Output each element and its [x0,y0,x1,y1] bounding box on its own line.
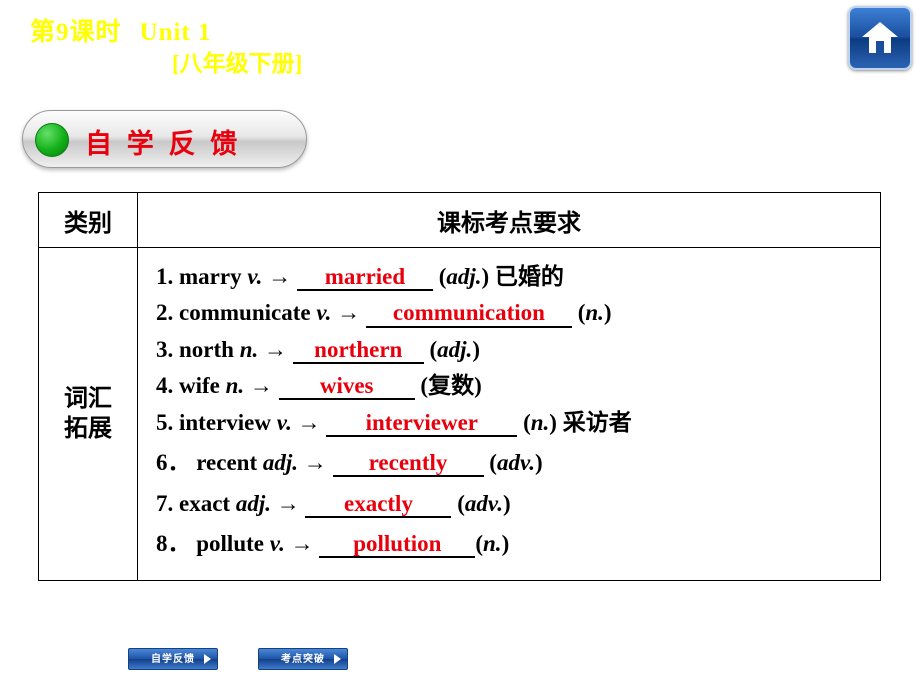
page-title: 第9课时 Unit 1 [30,12,212,48]
nav-button-key-points[interactable]: 考点突破 [258,648,348,670]
arrow-icon: → [290,531,314,557]
item-pos: v. [316,300,332,326]
item-word: exact [179,490,231,516]
page-header: 第9课时 Unit 1 [八年级下册] [0,0,920,92]
item-pos: adj. [262,450,299,476]
item-number: 7. [156,490,174,516]
item-pos: v. [276,409,292,435]
item-word: interview [179,409,271,435]
list-item: 7. exact adj. → exactly (adv.) [156,489,880,518]
item-answer: exactly [305,491,452,518]
arrow-icon: → [264,336,287,362]
item-tail: (复数) [420,373,482,399]
item-answer: recently [332,451,484,478]
item-answer: interviewer [326,410,518,437]
footer-nav: 自学反馈 考点突破 [0,648,920,682]
item-answer: northern [292,337,424,365]
item-tail-pos: adj. [437,336,473,362]
arrow-icon: → [303,450,327,476]
item-word: pollute [196,531,264,557]
grade-label: [八年级下册] [172,51,303,76]
arrow-icon: → [276,490,300,516]
item-tail: 采访者 [562,409,632,435]
item-word: north [179,336,234,362]
item-pos: adj. [235,490,271,516]
unit-label: Unit 1 [139,19,212,46]
item-word: recent [196,450,258,476]
item-word: wife [179,373,220,399]
item-tail-pos: adj. [446,264,482,289]
item-answer: wives [278,374,415,401]
item-tail-pos: adv. [496,450,536,476]
item-pos: n. [225,373,245,399]
item-answer: married [296,264,433,292]
table-row: 词汇 拓展 1. marry v. → married (adj.) 已婚的 2.… [38,247,881,581]
item-pos: v. [269,531,285,557]
lesson-label: 第9课时 [30,19,122,46]
list-item: 2. communicate v. → communication (n.) [156,298,880,328]
list-item: 1. marry v. → married (adj.) 已婚的 [156,262,880,292]
item-answer: communication [365,301,572,328]
nav-button-self-study[interactable]: 自学反馈 [128,648,218,670]
item-tail-pos: n. [483,531,502,557]
arrow-icon: → [249,373,273,399]
item-number: 6． [156,450,191,476]
item-number: 8． [156,531,191,557]
list-item: 8． pollute v. → pollution (n.) [156,529,880,559]
vocabulary-list: 1. marry v. → married (adj.) 已婚的 2. comm… [137,247,881,581]
home-button[interactable] [848,6,912,70]
item-word: marry [179,264,242,289]
item-number: 2. [156,300,174,326]
list-item: 6． recent adj. → recently (adv.) [156,448,880,478]
item-word: communicate [179,300,311,326]
item-tail-pos: n. [585,300,604,326]
item-pos: v. [247,264,263,289]
table-header-row: 类别 课标考点要求 [38,192,881,248]
row-category-label: 词汇 拓展 [38,247,138,581]
banner-bullet-icon [35,123,69,157]
nav-button-label: 考点突破 [281,654,325,665]
chevron-right-icon [204,654,211,664]
vocabulary-table: 类别 课标考点要求 词汇 拓展 1. marry v. → married (ad… [38,192,881,581]
header-category: 类别 [38,192,138,248]
item-number: 4. [156,373,174,399]
item-tail: 已婚的 [494,264,564,289]
item-answer: pollution [319,531,476,559]
item-number: 1. [156,264,174,289]
item-tail-pos: adv. [464,490,503,516]
nav-button-label: 自学反馈 [151,654,195,665]
section-title: 自 学 反 馈 [85,129,242,159]
chevron-right-icon [334,654,341,664]
arrow-icon: → [337,300,361,326]
home-icon [862,22,898,53]
section-banner: 自 学 反 馈 [22,110,307,168]
header-requirement: 课标考点要求 [137,192,881,248]
list-item: 4. wife n. → wives (复数) [156,371,880,401]
list-item: 5. interview v. → interviewer (n.) 采访者 [156,408,880,437]
item-number: 5. [156,409,174,435]
arrow-icon: → [268,264,292,289]
arrow-icon: → [297,409,321,435]
item-number: 3. [156,336,174,362]
item-tail-pos: n. [530,409,550,435]
list-item: 3. north n. → northern (adj.) [156,335,880,365]
item-pos: n. [239,336,259,362]
